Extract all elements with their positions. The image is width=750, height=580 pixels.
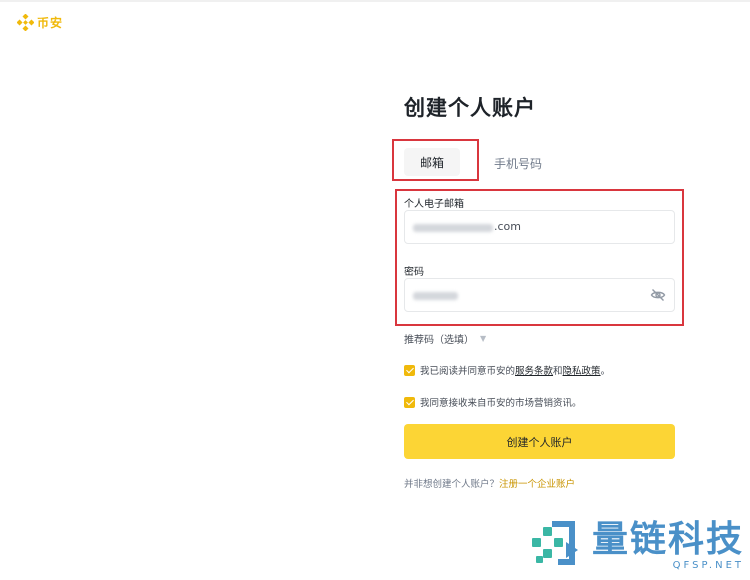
terms-prefix: 我已阅读并同意币安的 <box>420 366 516 377</box>
terms-and: 和 <box>553 366 563 377</box>
terms-agreement: 我已阅读并同意币安的 服务条款 和 隐私政策 。 <box>404 363 610 377</box>
terms-of-service-link[interactable]: 服务条款 <box>515 363 553 377</box>
business-prefix: 并非想创建个人账户？ <box>404 479 500 490</box>
caret-down-icon: ▼ <box>480 334 487 343</box>
referral-label: 推荐码（选填） <box>404 335 474 346</box>
brand-name: 币安 <box>37 16 64 30</box>
email-value-suffix: .com <box>494 220 521 233</box>
watermark-text: 量链科技 <box>592 519 745 560</box>
tab-email[interactable]: 邮箱 <box>404 148 460 176</box>
brand-logo[interactable]: 币安 <box>17 14 63 31</box>
marketing-text: 我同意接收来自币安的市场营销资讯。 <box>420 398 582 409</box>
page-title: 创建个人账户 <box>404 96 536 120</box>
business-signup-link[interactable]: 注册一个企业账户 <box>499 479 575 490</box>
email-redacted <box>413 224 493 232</box>
tab-phone[interactable]: 手机号码 <box>494 155 542 172</box>
marketing-checkbox[interactable] <box>404 396 415 408</box>
watermark-logo-icon <box>532 521 578 565</box>
password-redacted <box>413 292 458 300</box>
password-label: 密码 <box>404 267 424 278</box>
eye-slash-icon[interactable] <box>650 287 666 303</box>
referral-toggle[interactable]: 推荐码（选填） ▼ <box>404 331 486 346</box>
top-divider <box>0 0 750 2</box>
binance-diamond-icon <box>17 14 34 31</box>
email-label: 个人电子邮箱 <box>404 199 464 210</box>
privacy-policy-link[interactable]: 隐私政策 <box>563 363 601 377</box>
marketing-agreement: 我同意接收来自币安的市场营销资讯。 <box>404 395 582 409</box>
terms-suffix: 。 <box>600 366 611 377</box>
create-account-button[interactable]: 创建个人账户 <box>404 424 675 459</box>
business-account-prompt: 并非想创建个人账户？注册一个企业账户 <box>404 476 575 490</box>
watermark-subtext: QFSP.NET <box>672 560 745 571</box>
terms-checkbox[interactable] <box>404 364 415 376</box>
watermark: 量链科技 QFSP.NET <box>528 518 744 574</box>
